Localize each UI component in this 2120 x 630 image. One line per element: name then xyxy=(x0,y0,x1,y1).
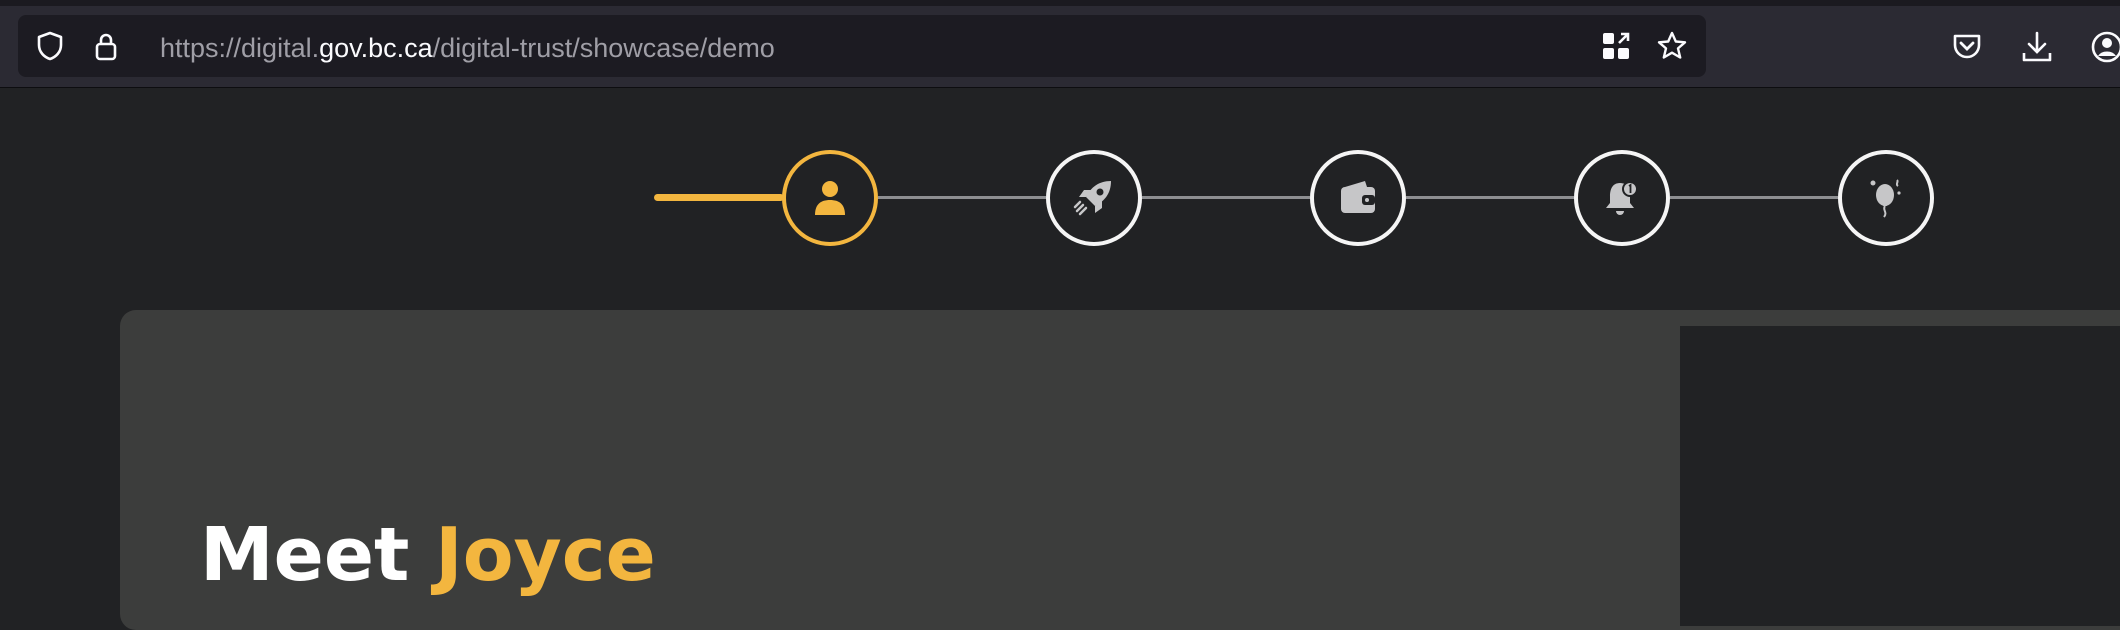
lock-icon[interactable] xyxy=(90,30,122,62)
intro-image-panel xyxy=(1680,326,2120,626)
stepper-connector xyxy=(1406,196,1574,199)
step-2-rocket[interactable] xyxy=(1046,150,1142,246)
step-4-notification[interactable] xyxy=(1574,150,1670,246)
step-1-person[interactable] xyxy=(782,150,878,246)
download-icon[interactable] xyxy=(2020,30,2054,64)
balloon-icon xyxy=(1870,179,1901,218)
url-path: /digital-trust/showcase/demo xyxy=(432,33,775,63)
stepper-connector xyxy=(878,196,1046,199)
qr-code-icon[interactable] xyxy=(1600,30,1632,62)
bell-notification-icon xyxy=(1606,181,1638,215)
account-icon[interactable] xyxy=(2090,30,2120,64)
stepper-connector xyxy=(1142,196,1310,199)
browser-toolbar: https://digital.gov.bc.ca/digital-trust/… xyxy=(0,6,2120,88)
url-host: gov.bc.ca xyxy=(319,33,433,63)
rocket-icon xyxy=(1073,181,1111,216)
address-bar[interactable]: https://digital.gov.bc.ca/digital-trust/… xyxy=(18,15,1706,77)
page-title: Meet Joyce xyxy=(200,510,656,600)
wallet-icon xyxy=(1341,181,1375,213)
character-name: Joyce xyxy=(435,512,656,598)
person-icon xyxy=(815,181,845,215)
progress-stepper xyxy=(0,88,2120,246)
pocket-icon[interactable] xyxy=(1950,30,1984,64)
heading-prefix: Meet xyxy=(200,512,436,598)
stepper-progress-line xyxy=(654,194,784,201)
step-3-wallet[interactable] xyxy=(1310,150,1406,246)
url-prefix: https://digital. xyxy=(160,33,320,63)
shield-icon[interactable] xyxy=(34,30,66,62)
stepper-connector xyxy=(1670,196,1838,199)
step-5-celebration[interactable] xyxy=(1838,150,1934,246)
url-text[interactable]: https://digital.gov.bc.ca/digital-trust/… xyxy=(160,33,775,63)
star-icon[interactable] xyxy=(1656,30,1688,62)
